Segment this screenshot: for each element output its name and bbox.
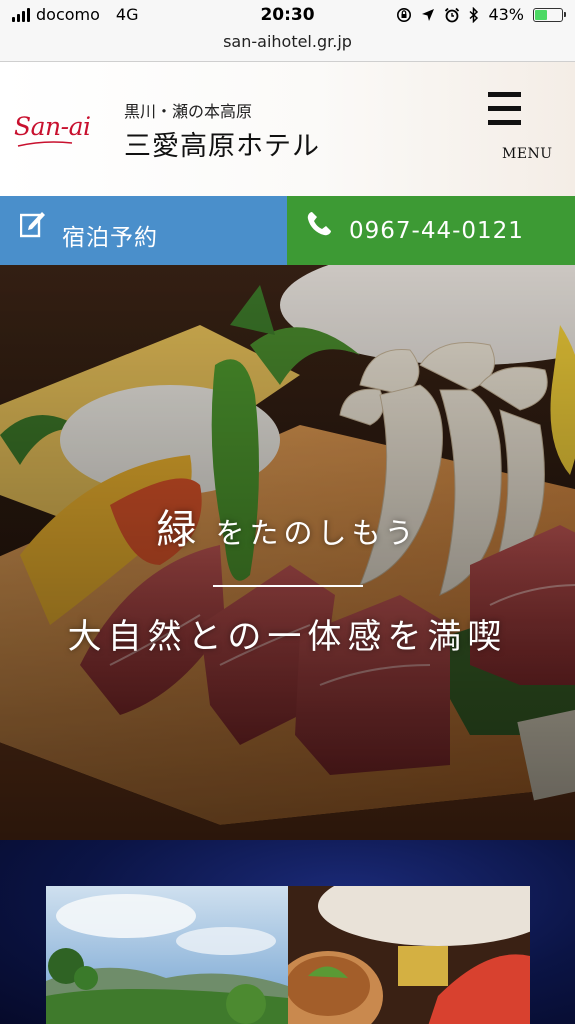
hero-headline: 緑 をたのしもう	[0, 497, 575, 555]
logo-text: San-ai	[14, 112, 91, 141]
rotation-lock-icon	[397, 7, 412, 22]
bluetooth-icon	[469, 6, 479, 23]
hero-banner: 緑 をたのしもう 大自然との一体感を満喫	[0, 265, 575, 840]
hero-headline-rest: をたのしもう	[215, 516, 419, 550]
phone-number: 0967-44-0121	[349, 218, 524, 244]
alarm-icon	[445, 7, 460, 22]
hero-subheadline: 大自然との一体感を満喫	[67, 617, 508, 657]
status-right: 43%	[396, 5, 566, 24]
status-bar: docomo 4G 20:30 43%	[0, 0, 575, 32]
menu-button[interactable]: MENU	[488, 92, 552, 164]
hotel-name[interactable]: 三愛高原ホテル	[124, 124, 320, 163]
battery-percent: 43%	[488, 5, 524, 24]
edit-note-icon	[20, 212, 45, 238]
booking-label: 宿泊予約	[62, 225, 158, 251]
phone-button[interactable]: 0967-44-0121	[287, 196, 575, 265]
hotel-subtitle: 黒川・瀬の本高原	[124, 102, 253, 121]
gallery-section	[0, 840, 575, 1024]
landscape-image	[46, 886, 288, 1024]
cuisine-image	[288, 886, 530, 1024]
menu-label: MENU	[502, 146, 553, 162]
site-header: San-ai 黒川・瀬の本高原 三愛高原ホテル MENU	[0, 62, 575, 196]
location-icon	[422, 8, 435, 21]
address-bar[interactable]: san-aihotel.gr.jp	[0, 32, 575, 62]
url-text: san-aihotel.gr.jp	[223, 32, 352, 51]
battery-icon	[533, 7, 566, 22]
logo-swoosh-icon	[17, 141, 73, 147]
hero-divider	[213, 585, 363, 587]
cuisine-thumbnail[interactable]	[288, 886, 530, 1024]
phone-icon	[307, 212, 331, 236]
booking-button[interactable]: 宿泊予約	[0, 196, 287, 265]
landscape-thumbnail[interactable]	[46, 886, 288, 1024]
hero-headline-emphasis: 緑	[156, 507, 202, 553]
